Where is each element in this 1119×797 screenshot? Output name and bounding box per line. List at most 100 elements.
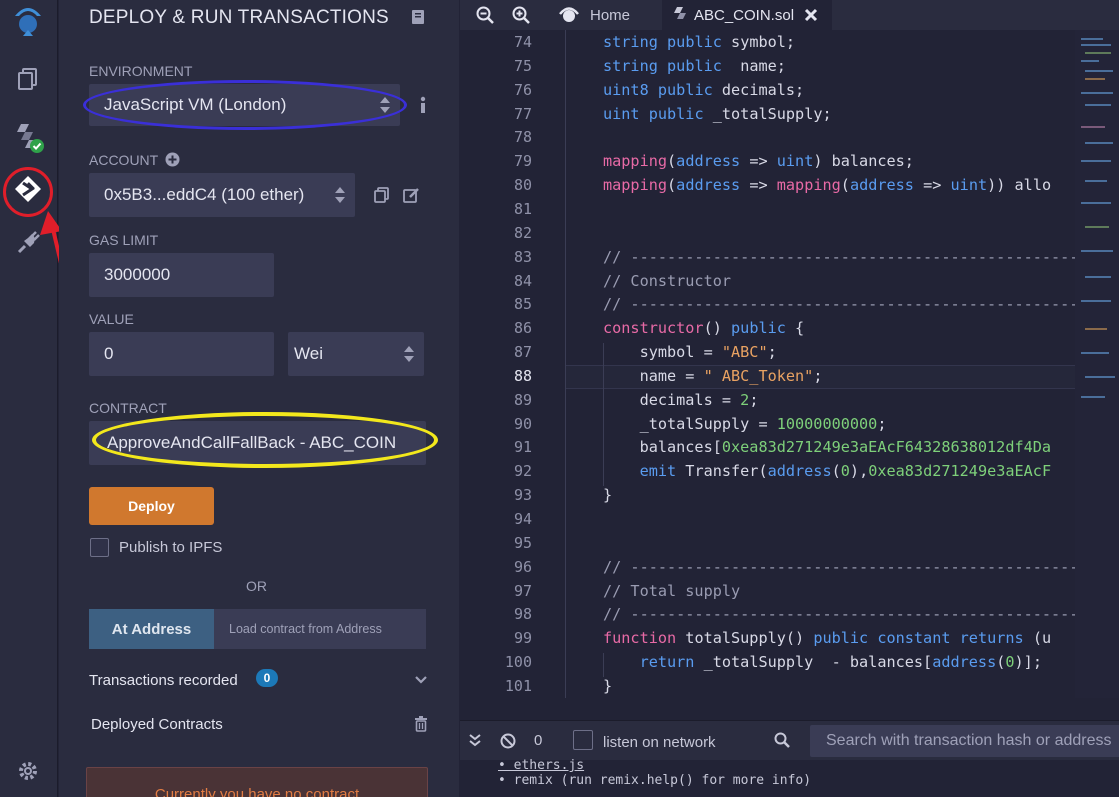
remix-logo-icon[interactable]	[9, 0, 47, 38]
code-line: uint public _totalSupply;	[603, 104, 832, 123]
deploy-run-icon[interactable]	[9, 170, 47, 208]
line-number: 87	[513, 343, 532, 362]
editor-tab-bar: Home ABC_COIN.sol	[460, 0, 1119, 30]
code-line: return _totalSupply - balances[address(0…	[639, 653, 1042, 672]
tab-home-label: Home	[590, 6, 631, 24]
transactions-recorded-label[interactable]: Transactions recorded	[89, 672, 238, 689]
code-line: mapping(address => uint) balances;	[603, 152, 914, 171]
tab-abc-coin[interactable]: ABC_COIN.sol	[662, 0, 832, 30]
transactions-count-badge: 0	[256, 669, 278, 687]
code-editor[interactable]: 74 string public symbol; 75 string public n…	[460, 30, 1075, 698]
publish-ipfs-checkbox[interactable]	[90, 538, 109, 557]
line-number: 94	[513, 510, 532, 528]
line-number: 93	[513, 486, 532, 505]
zoom-in-icon[interactable]	[510, 0, 532, 30]
pending-tx-count: 0	[534, 732, 543, 749]
line-number: 86	[513, 319, 532, 338]
line-number: 90	[513, 414, 532, 433]
terminal-output: • ethers.js • remix (run remix.help() fo…	[460, 758, 1119, 797]
trash-icon[interactable]	[414, 716, 428, 737]
code-line: // Constructor	[603, 271, 732, 290]
at-address-input[interactable]: Load contract from Address	[214, 609, 426, 649]
clear-console-icon[interactable]	[500, 733, 516, 754]
terminal-toolbar: 0 listen on network Search with transact…	[460, 720, 1119, 760]
contract-value: ApproveAndCallFallBack - ABC_COIN	[107, 433, 397, 452]
listen-network-label: listen on network	[603, 734, 716, 751]
value-unit-select[interactable]: Wei	[288, 332, 424, 376]
code-line: _totalSupply = 10000000000;	[603, 414, 887, 433]
environment-select[interactable]: JavaScript VM (London)	[89, 84, 400, 126]
deploy-button[interactable]: Deploy	[89, 487, 214, 525]
code-line: mapping(address => mapping(address => ui…	[603, 176, 1052, 195]
line-number: 92	[513, 462, 532, 481]
tab-home[interactable]: Home	[552, 0, 660, 30]
file-explorer-icon[interactable]	[9, 60, 47, 98]
contract-select[interactable]: ApproveAndCallFallBack - ABC_COIN	[89, 421, 426, 465]
select-arrows-icon	[335, 187, 345, 203]
info-icon[interactable]	[419, 96, 427, 119]
indent-guide	[603, 653, 604, 677]
zoom-out-icon[interactable]	[474, 0, 496, 30]
solidity-file-icon	[674, 7, 686, 19]
code-line: // -------------------------------------…	[603, 557, 1075, 576]
environment-label: ENVIRONMENT	[89, 63, 193, 79]
transaction-search-input[interactable]: Search with transaction hash or address	[810, 725, 1119, 757]
code-line: string public name;	[603, 56, 786, 75]
line-number: 95	[513, 533, 532, 552]
close-icon[interactable]	[804, 8, 818, 22]
contract-label: CONTRACT	[89, 400, 167, 416]
line-number: 76	[513, 80, 532, 99]
line-number: 88	[513, 366, 532, 385]
tab-file-label: ABC_COIN.sol	[694, 6, 795, 24]
documentation-icon[interactable]	[411, 9, 425, 30]
environment-value: JavaScript VM (London)	[104, 95, 287, 114]
indent-guide	[565, 30, 566, 698]
or-label: OR	[246, 578, 267, 594]
value-amount: 0	[104, 344, 114, 363]
line-number: 78	[513, 128, 532, 147]
copy-icon[interactable]	[374, 187, 389, 208]
listen-network-checkbox[interactable]	[573, 730, 593, 750]
panel-title: DEPLOY & RUN TRANSACTIONS	[89, 7, 389, 28]
remix-home-icon	[559, 7, 579, 22]
line-number: 82	[513, 223, 532, 242]
collapse-terminal-icon[interactable]	[468, 733, 482, 752]
solidity-compiler-icon[interactable]	[9, 118, 47, 156]
code-line: // Total supply	[603, 581, 741, 600]
code-line: constructor() public {	[603, 319, 805, 338]
account-label: ACCOUNT	[89, 152, 159, 168]
line-number: 85	[513, 295, 532, 314]
value-unit: Wei	[294, 344, 323, 363]
terminal-line: • remix (run remix.help() for more info)	[498, 773, 812, 788]
value-label: VALUE	[89, 311, 134, 327]
at-address-button[interactable]: At Address	[89, 609, 214, 649]
terminal-line: • ethers.js	[498, 758, 585, 773]
code-line: symbol = "ABC";	[603, 343, 777, 362]
value-input[interactable]: 0	[89, 332, 274, 376]
line-number: 77	[513, 104, 532, 123]
gas-limit-input[interactable]: 3000000	[89, 253, 274, 297]
code-line: emit Transfer(address(0),0xea83d271249e3…	[639, 462, 1052, 481]
line-number: 97	[513, 581, 532, 600]
line-number: 101	[504, 676, 532, 695]
line-number: 80	[513, 176, 532, 195]
gas-limit-label: GAS LIMIT	[89, 232, 159, 248]
code-line: // -------------------------------------…	[603, 247, 1075, 266]
chevron-down-icon[interactable]	[414, 672, 428, 690]
minimap[interactable]	[1075, 30, 1119, 698]
code-line: function totalSupply() public constant r…	[603, 629, 1052, 648]
code-line: name = " ABC_Token";	[603, 366, 823, 385]
line-number: 99	[513, 629, 532, 648]
add-account-icon[interactable]	[165, 152, 180, 172]
publish-ipfs-label: Publish to IPFS	[119, 539, 223, 556]
line-number: 98	[513, 605, 532, 624]
search-icon	[774, 732, 790, 753]
code-line: string public symbol;	[603, 33, 796, 51]
code-line: uint8 public decimals;	[603, 80, 805, 99]
no-contract-message: Currently you have no contract	[86, 767, 428, 797]
account-select[interactable]: 0x5B3...eddC4 (100 ether)	[89, 173, 355, 217]
settings-icon[interactable]	[9, 752, 47, 790]
edit-icon[interactable]	[403, 187, 420, 208]
line-number: 79	[513, 152, 532, 171]
code-line: decimals = 2;	[603, 390, 759, 409]
